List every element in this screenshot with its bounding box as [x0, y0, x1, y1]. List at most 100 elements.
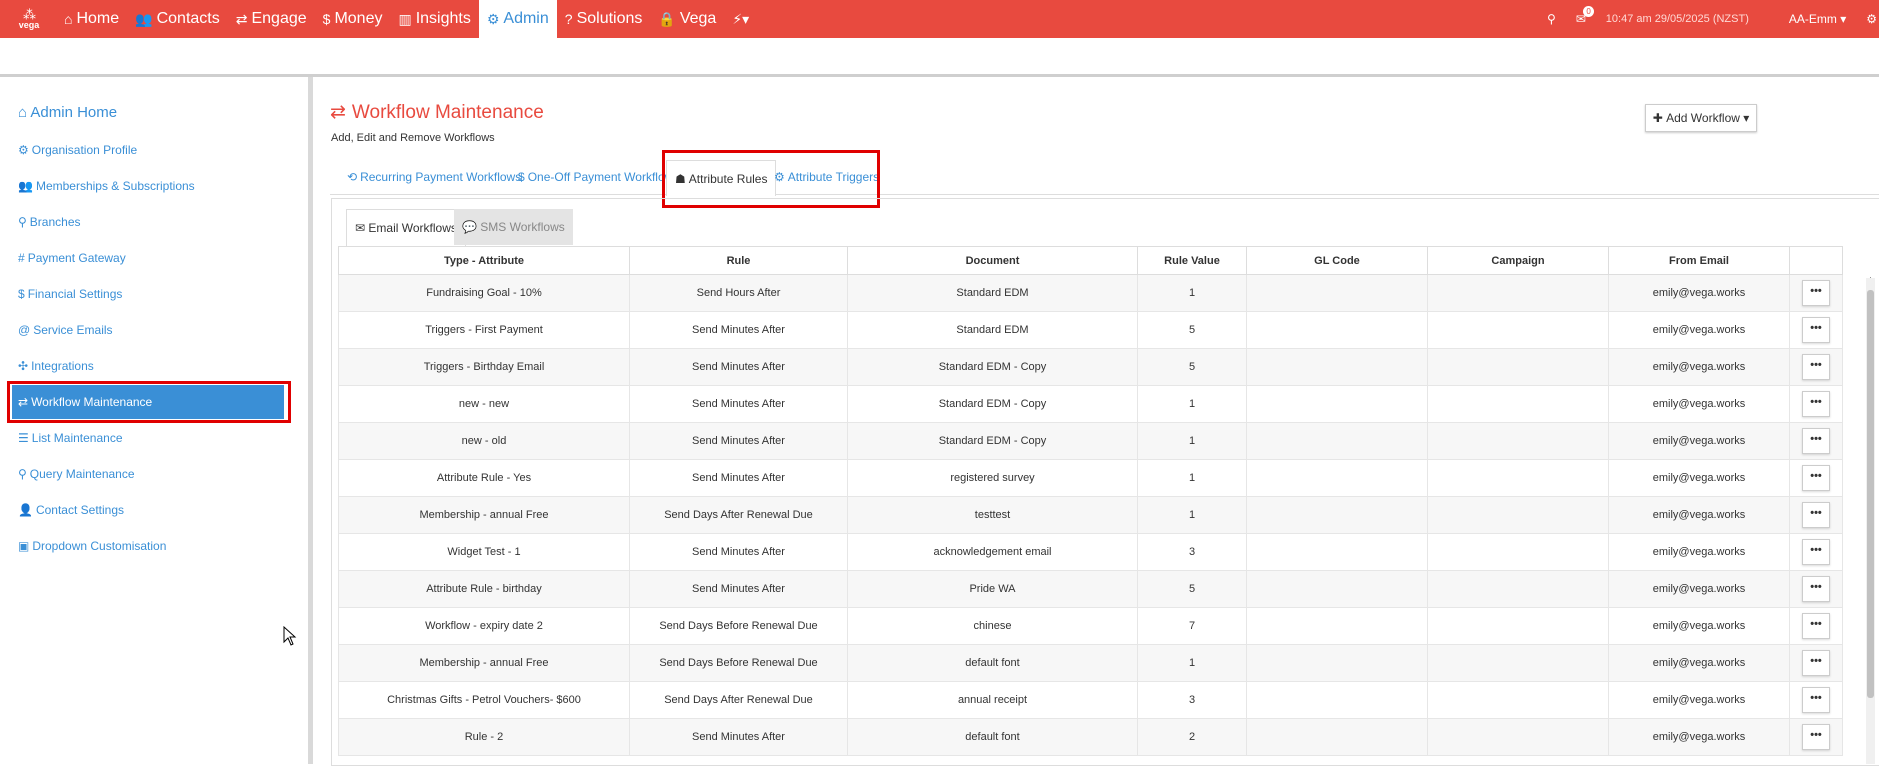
add-workflow-label: Add Workflow	[1666, 111, 1740, 125]
table-cell	[1246, 607, 1428, 645]
sidebar-item-branches[interactable]: ⚲ Branches	[18, 215, 81, 229]
row-actions-button[interactable]: •••	[1802, 613, 1830, 639]
row-actions-cell: •••	[1789, 570, 1843, 608]
question-icon: ?	[564, 11, 573, 27]
sidebar-item-list-maintenance[interactable]: ☰ List Maintenance	[18, 431, 123, 445]
table-row[interactable]: Attribute Rule - birthday Send Minutes Af…	[338, 570, 1843, 608]
vega-logo[interactable]: ⁂ vega	[2, 0, 56, 38]
table-row[interactable]: Christmas Gifts - Petrol Vouchers- $600 S…	[338, 681, 1843, 719]
column-header[interactable]: Document	[847, 246, 1138, 275]
table-row[interactable]: Widget Test - 1 Send Minutes After acknowl…	[338, 533, 1843, 571]
sidebar-item-organisation-profile[interactable]: ⚙ Organisation Profile	[18, 143, 137, 157]
table-row[interactable]: Triggers - Birthday Email Send Minutes Af…	[338, 348, 1843, 386]
table-cell: emily@vega.works	[1608, 607, 1790, 645]
table-row[interactable]: Triggers - First Payment Send Minutes Aft…	[338, 311, 1843, 349]
table-cell: Send Minutes After	[629, 348, 848, 386]
mail-icon[interactable]: ✉ 0	[1576, 6, 1594, 26]
table-cell	[1427, 570, 1609, 608]
table-cell: 7	[1137, 607, 1247, 645]
tab-recurring-payment-workflows[interactable]: ⟲ Recurring Payment Workflows	[347, 160, 521, 194]
table-cell: Membership - annual Free	[338, 644, 630, 682]
sidebar-item-payment-gateway[interactable]: # Payment Gateway	[18, 251, 126, 265]
row-actions-button[interactable]: •••	[1802, 465, 1830, 491]
nav-money[interactable]: $ Money	[315, 0, 391, 38]
table-cell: Standard EDM - Copy	[847, 385, 1138, 423]
table-row[interactable]: Membership - annual Free Send Days After …	[338, 496, 1843, 534]
table-cell: Send Days After Renewal Due	[629, 681, 848, 719]
column-header[interactable]: Rule	[629, 246, 848, 275]
table-scrollbar[interactable]	[1866, 278, 1875, 764]
tab-one-off-payment-workflows[interactable]: $ One-Off Payment Workflows	[518, 160, 679, 194]
column-header	[1789, 246, 1843, 275]
table-cell: default font	[847, 718, 1138, 756]
lock-icon: 🔒	[658, 10, 676, 27]
sidebar-item-contact-settings[interactable]: 👤 Contact Settings	[18, 503, 124, 517]
sidebar-item-memberships[interactable]: 👥 Memberships & Subscriptions	[18, 179, 195, 193]
sidebar-item-financial-settings[interactable]: $ Financial Settings	[18, 287, 122, 301]
nav-contacts[interactable]: 👥 Contacts	[127, 0, 228, 38]
column-header[interactable]: Campaign	[1427, 246, 1609, 275]
table-row[interactable]: Workflow - expiry date 2 Send Days Before…	[338, 607, 1843, 645]
add-workflow-button[interactable]: ✚ Add Workflow ▾	[1645, 104, 1757, 132]
table-row[interactable]: Rule - 2 Send Minutes After default font 2 e…	[338, 718, 1843, 756]
row-actions-button[interactable]: •••	[1802, 502, 1830, 528]
sidebar-item-dropdown-customisation[interactable]: ▣ Dropdown Customisation	[18, 539, 166, 553]
table-cell: Membership - annual Free	[338, 496, 630, 534]
table-cell: Rule - 2	[338, 718, 630, 756]
sidebar-item-service-emails[interactable]: @ Service Emails	[18, 323, 113, 337]
nav-home[interactable]: ⌂ Home	[56, 0, 127, 38]
bolt-icon: ⚡▾	[732, 10, 750, 27]
scrollbar-thumb[interactable]	[1867, 290, 1874, 698]
table-cell	[1427, 607, 1609, 645]
table-cell: 2	[1137, 718, 1247, 756]
column-header[interactable]: Rule Value	[1137, 246, 1247, 275]
user-menu[interactable]: AA-Emm ▾	[1789, 12, 1846, 26]
nav-quick-actions[interactable]: ⚡▾	[724, 0, 761, 38]
table-cell	[1246, 496, 1428, 534]
nav-label: Solutions	[576, 10, 643, 27]
table-row[interactable]: Membership - annual Free Send Days Before…	[338, 644, 1843, 682]
nav-engage[interactable]: ⇄ Engage	[228, 0, 315, 38]
row-actions-button[interactable]: •••	[1802, 724, 1830, 750]
table-cell: default font	[847, 644, 1138, 682]
row-actions-button[interactable]: •••	[1802, 687, 1830, 713]
sidebar-item-query-maintenance[interactable]: ⚲ Query Maintenance	[18, 467, 135, 481]
row-actions-button[interactable]: •••	[1802, 280, 1830, 306]
subtab-label: Email Workflows	[368, 221, 457, 235]
row-actions-button[interactable]: •••	[1802, 428, 1830, 454]
column-header[interactable]: From Email	[1608, 246, 1790, 275]
settings-icon[interactable]: ⚙	[1866, 12, 1877, 26]
column-header[interactable]: GL Code	[1246, 246, 1428, 275]
nav-label: Engage	[251, 10, 307, 27]
row-actions-cell: •••	[1789, 607, 1843, 645]
sidebar-title[interactable]: ⌂ Admin Home	[18, 104, 117, 121]
row-actions-button[interactable]: •••	[1802, 650, 1830, 676]
table-row[interactable]: new - old Send Minutes After Standard EDM …	[338, 422, 1843, 460]
subtab-email-workflows[interactable]: ✉ Email Workflows	[346, 209, 466, 246]
row-actions-button[interactable]: •••	[1802, 354, 1830, 380]
row-actions-button[interactable]: •••	[1802, 539, 1830, 565]
table-row[interactable]: Fundraising Goal - 10% Send Hours After St…	[338, 274, 1843, 312]
sidebar-resize-handle[interactable]	[308, 77, 313, 764]
nav-admin[interactable]: ⚙ Admin	[478, 0, 557, 38]
clock-text: 10:47 am 29/05/2025 (NZST)	[1605, 13, 1749, 25]
subtab-sms-workflows[interactable]: 💬 SMS Workflows	[454, 209, 573, 245]
table-cell: 1	[1137, 459, 1247, 497]
branch-icon: ⚲	[18, 215, 27, 229]
table-cell: Send Days After Renewal Due	[629, 496, 848, 534]
dollar-icon: $	[322, 11, 331, 27]
row-actions-button[interactable]: •••	[1802, 576, 1830, 602]
gear-icon: ⚙	[18, 143, 29, 157]
nav-insights[interactable]: ▥ Insights	[390, 0, 478, 38]
sidebar-title-label: Admin Home	[30, 104, 118, 121]
row-actions-cell: •••	[1789, 718, 1843, 756]
column-header[interactable]: Type - Attribute	[338, 246, 630, 275]
nav-solutions[interactable]: ? Solutions	[557, 0, 651, 38]
table-row[interactable]: Attribute Rule - Yes Send Minutes After re…	[338, 459, 1843, 497]
row-actions-button[interactable]: •••	[1802, 391, 1830, 417]
search-icon[interactable]: ⚲	[1547, 12, 1556, 26]
sidebar-item-integrations[interactable]: ✣ Integrations	[18, 359, 94, 373]
row-actions-button[interactable]: •••	[1802, 317, 1830, 343]
table-row[interactable]: new - new Send Minutes After Standard EDM …	[338, 385, 1843, 423]
nav-vega[interactable]: 🔒 Vega	[650, 0, 724, 38]
